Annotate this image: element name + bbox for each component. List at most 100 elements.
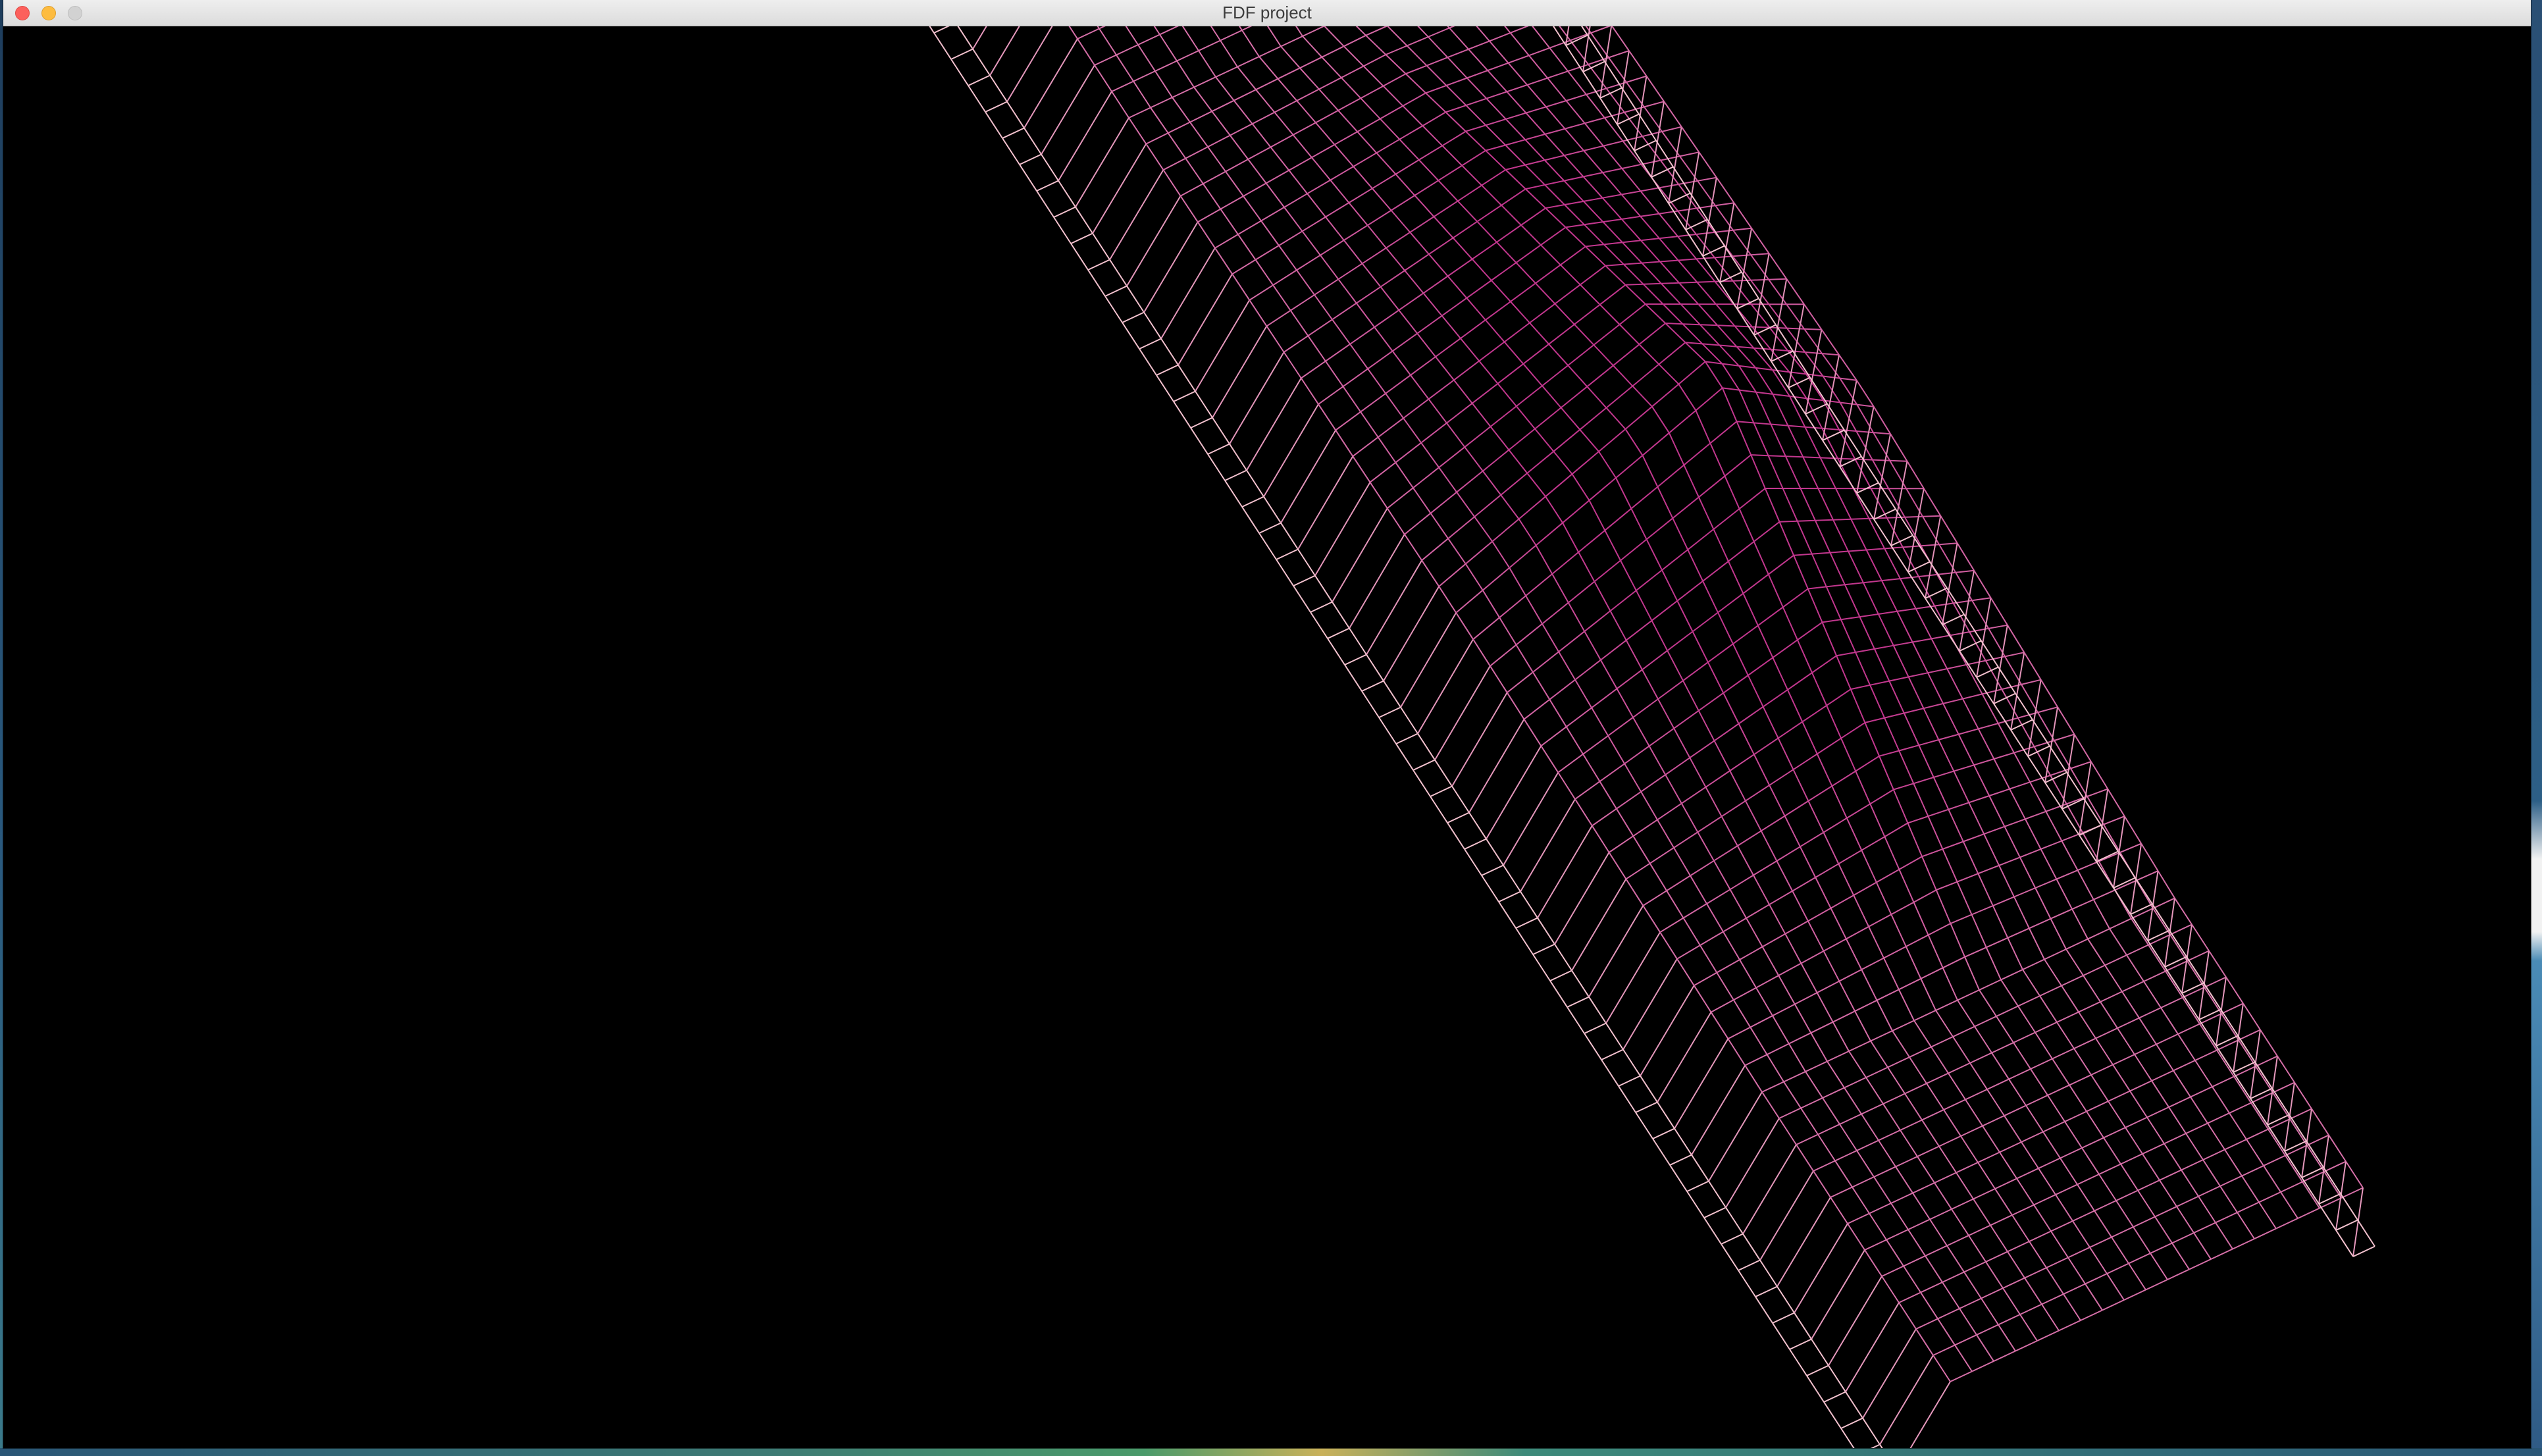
mesh-edge [1441, 130, 1466, 147]
mesh-edge [2046, 1257, 2069, 1268]
mesh-edge [1104, 296, 1123, 323]
mesh-edge [1380, 105, 1403, 120]
mesh-edge [2167, 1268, 2190, 1280]
mesh-edge [1902, 545, 1921, 548]
mesh-edge [1625, 283, 1644, 286]
mesh-edge [1391, 350, 1411, 376]
mesh-edge [1622, 958, 1678, 1051]
mesh-edge [1724, 245, 1742, 273]
mesh-edge [1674, 1038, 1729, 1130]
mesh-edge [1584, 631, 1601, 661]
title-bar[interactable]: FDF project [3, 0, 2531, 26]
mesh-edge [1913, 1020, 1932, 1048]
mesh-edge [1839, 380, 1857, 467]
mesh-edge [1678, 361, 1706, 385]
mesh-edge [2044, 958, 2062, 987]
mesh-edge [1426, 57, 1448, 66]
mesh-edge [2072, 1220, 2090, 1248]
mesh-edge [1796, 1144, 1814, 1172]
mesh-edge [1549, 970, 1572, 981]
mesh-edge [1960, 1135, 1979, 1163]
mesh-edge [1353, 166, 1373, 189]
mesh-edge [1640, 238, 1660, 242]
mesh-edge [1657, 1012, 1712, 1103]
mesh-edge [1626, 75, 1647, 83]
mesh-edge [1605, 1022, 1624, 1051]
mesh-edge [1386, 26, 1408, 47]
mesh-edge [1977, 1151, 2000, 1163]
mesh-edge [2021, 684, 2038, 713]
mesh-edge [1736, 346, 1757, 369]
mesh-edge [2194, 1060, 2213, 1087]
mesh-edge [1058, 91, 1112, 182]
mesh-edge [2064, 1110, 2087, 1122]
mesh-edge [2039, 995, 2058, 1023]
mesh-edge [1898, 750, 1915, 784]
mesh-edge [1717, 612, 1734, 644]
mesh-edge [1645, 303, 1666, 324]
mesh-edge [1881, 580, 1898, 612]
mesh-edge [2181, 993, 2200, 1020]
mesh-edge [1542, 623, 1559, 652]
mesh-edge [1592, 808, 1617, 827]
mesh-edge [1547, 77, 1567, 101]
mesh-edge [2164, 1143, 2182, 1171]
mesh-edge [968, 85, 986, 113]
mesh-edge [2233, 1072, 2251, 1099]
mesh-edge [1276, 548, 1299, 560]
mesh-edge [1898, 744, 1919, 752]
mesh-edge [1651, 176, 1669, 204]
mesh-edge [1598, 429, 1626, 452]
mesh-edge [1804, 427, 1821, 458]
mesh-edge [1616, 688, 1634, 718]
mesh-edge [1789, 1338, 1812, 1350]
mesh-edge [2108, 1090, 2131, 1102]
mesh-edge [1466, 97, 1487, 107]
mesh-edge [1869, 680, 1890, 686]
mesh-edge [1923, 515, 1941, 517]
mesh-edge [1404, 512, 1432, 535]
mesh-edge [1617, 113, 1640, 125]
mesh-edge [1898, 989, 1915, 1021]
mesh-edge [1769, 278, 1787, 280]
mesh-edge [2128, 1262, 2146, 1291]
mesh-edge [1976, 666, 1999, 678]
mesh-edge [1097, 26, 1100, 30]
mesh-edge [1800, 846, 1817, 878]
mesh-edge [2207, 1122, 2225, 1151]
mesh-edge [1598, 451, 1617, 479]
mesh-edge [1461, 165, 1482, 186]
mesh-edge [1682, 323, 1703, 345]
mesh-edge [1545, 128, 1565, 135]
mesh-edge [1481, 184, 1502, 206]
mesh-edge [1585, 244, 1604, 247]
mesh-edge [2039, 985, 2062, 997]
mesh-edge [1624, 429, 1644, 456]
mesh-edge [2148, 944, 2166, 972]
mesh-edge [1800, 963, 1818, 993]
mesh-edge [1632, 819, 1658, 837]
mesh-edge [1505, 112, 1526, 120]
mesh-edge [1402, 92, 1426, 107]
mesh-edge [1713, 529, 1729, 562]
mesh-edge [1874, 644, 1894, 650]
mesh-edge [2107, 789, 2125, 817]
mesh-edge [2073, 734, 2092, 762]
mesh-edge [1683, 442, 1711, 466]
mesh-edge [1075, 206, 1093, 234]
mesh-edge [1466, 298, 1486, 321]
mesh-edge [1584, 117, 1605, 124]
mesh-edge [1185, 146, 1208, 159]
mesh-edge [1807, 785, 1832, 802]
mesh-edge [1247, 146, 1271, 160]
mesh-edge [1565, 100, 1586, 124]
mesh-edge [1099, 26, 1106, 30]
mesh-edge [1404, 253, 1430, 271]
mesh-edge [2229, 1112, 2247, 1140]
mesh-edge [1441, 297, 1467, 317]
render-canvas[interactable] [3, 26, 2531, 1448]
mesh-edge [1624, 405, 1653, 430]
mesh-edge [2129, 1080, 2152, 1092]
mesh-edge [2302, 1181, 2320, 1209]
mesh-edge [1251, 123, 1272, 148]
